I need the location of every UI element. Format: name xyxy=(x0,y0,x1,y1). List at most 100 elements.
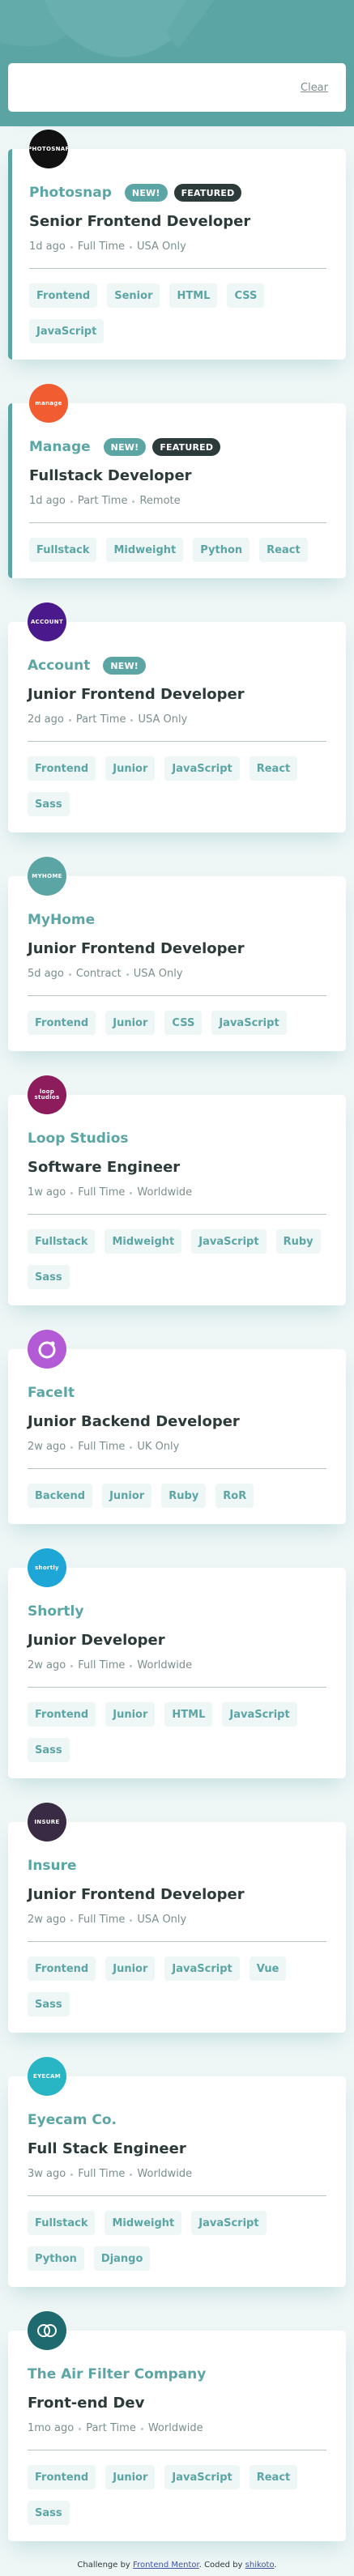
company-name: Photosnap xyxy=(29,185,112,201)
filter-tag[interactable]: JavaScript xyxy=(222,1702,297,1727)
company-row: Manage NEW! FEATURED xyxy=(29,437,326,457)
job-contract: Full Time xyxy=(78,2168,126,2180)
filter-tag[interactable]: Django xyxy=(93,2246,151,2271)
job-position-link[interactable]: Junior Frontend Developer xyxy=(28,685,326,705)
job-meta: 2w ago Full Time USA Only xyxy=(28,1912,326,1928)
filter-tag[interactable]: Ruby xyxy=(161,1484,207,1508)
job-position-link[interactable]: Front-end Dev xyxy=(28,2394,326,2413)
filter-tag[interactable]: Vue xyxy=(249,1956,287,1981)
company-logo: loop studios xyxy=(28,1075,66,1114)
filter-tag[interactable]: Senior xyxy=(107,283,160,308)
author-link[interactable]: shikoto xyxy=(245,2561,275,2570)
separator-dot xyxy=(70,245,73,249)
job-posted: 1mo ago xyxy=(28,2422,75,2434)
job-position-link[interactable]: Fullstack Developer xyxy=(29,466,326,486)
filter-tag[interactable]: Sass xyxy=(28,792,70,816)
filter-tag[interactable]: Junior xyxy=(105,2465,156,2489)
job-card-body: MyHome Junior Frontend Developer 5d ago Con… xyxy=(28,876,326,1035)
job-card: MYHOME MyHome Junior Frontend Developer 5d … xyxy=(8,857,346,1051)
filter-tag[interactable]: Frontend xyxy=(28,1011,96,1035)
job-tags: Frontend Junior CSS JavaScript xyxy=(28,1011,326,1035)
job-position-link[interactable]: Junior Backend Developer xyxy=(28,1412,326,1432)
company-name: Account xyxy=(28,658,91,674)
company-name: FaceIt xyxy=(28,1385,75,1401)
filter-tag[interactable]: Frontend xyxy=(28,1956,96,1981)
job-meta: 1d ago Full Time USA Only xyxy=(29,239,326,255)
filter-tag[interactable]: Python xyxy=(193,538,250,562)
filter-tag[interactable]: React xyxy=(259,538,308,562)
filter-tag[interactable]: JavaScript xyxy=(211,1011,287,1035)
filter-tag[interactable]: Frontend xyxy=(28,1702,96,1727)
filter-tag[interactable]: React xyxy=(249,2465,298,2489)
separator-dot xyxy=(70,1191,74,1194)
job-position-link[interactable]: Junior Frontend Developer xyxy=(28,939,326,959)
filter-tag[interactable]: Midweight xyxy=(106,538,184,562)
filter-tag[interactable]: JavaScript xyxy=(191,2211,267,2235)
job-posted: 2w ago xyxy=(28,1659,66,1671)
company-name: Manage xyxy=(29,439,91,455)
filter-tag[interactable]: Junior xyxy=(102,1484,152,1508)
filter-tag[interactable]: Junior xyxy=(105,756,156,781)
filter-tag[interactable]: Fullstack xyxy=(29,538,97,562)
company-logo xyxy=(28,2311,66,2350)
filter-tag[interactable]: Midweight xyxy=(104,1229,182,1254)
filter-tag[interactable]: Fullstack xyxy=(28,2211,96,2235)
filter-tag[interactable]: JavaScript xyxy=(191,1229,267,1254)
footer-suffix: . xyxy=(274,2561,277,2570)
filter-tag[interactable]: Backend xyxy=(28,1484,93,1508)
filter-tag[interactable]: Junior xyxy=(105,1011,156,1035)
card-divider xyxy=(28,995,326,996)
filter-tag[interactable]: JavaScript xyxy=(164,2465,240,2489)
job-card-body: Eyecam Co. Full Stack Engineer 3w ago Full … xyxy=(28,2076,326,2271)
job-meta: 2d ago Part Time USA Only xyxy=(28,712,326,728)
filter-tag[interactable]: Frontend xyxy=(29,283,98,308)
filter-tag[interactable]: Junior xyxy=(105,1956,156,1981)
filter-tag[interactable]: Sass xyxy=(28,1738,70,1762)
filter-tag[interactable]: JavaScript xyxy=(164,756,240,781)
filter-tag[interactable]: JavaScript xyxy=(29,319,104,343)
job-location: Worldwide xyxy=(137,2168,193,2180)
company-logo-text: MYHOME xyxy=(32,872,62,879)
clear-filters-button[interactable]: Clear xyxy=(301,82,328,94)
job-posted: 1w ago xyxy=(28,1186,66,1199)
company-logo: PHOTOSNAP xyxy=(29,130,68,168)
company-name: Shortly xyxy=(28,1603,84,1620)
filter-tag[interactable]: Sass xyxy=(28,1992,70,2016)
job-position-link[interactable]: Senior Frontend Developer xyxy=(29,212,326,232)
company-logo: manage xyxy=(29,384,68,423)
job-position-link[interactable]: Junior Developer xyxy=(28,1631,326,1650)
filter-tag[interactable]: Junior xyxy=(105,1702,156,1727)
filter-tag[interactable]: Fullstack xyxy=(28,1229,96,1254)
separator-dot xyxy=(68,973,71,976)
job-position-link[interactable]: Junior Frontend Developer xyxy=(28,1885,326,1905)
filter-tag[interactable]: Midweight xyxy=(104,2211,182,2235)
filter-bar: Clear xyxy=(8,63,346,112)
company-row: Eyecam Co. xyxy=(28,2110,326,2130)
filter-tag[interactable]: RoR xyxy=(215,1484,254,1508)
job-position-link[interactable]: Full Stack Engineer xyxy=(28,2140,326,2159)
filter-tag[interactable]: JavaScript xyxy=(164,1956,240,1981)
job-location: USA Only xyxy=(137,241,186,253)
filter-tag[interactable]: Frontend xyxy=(28,2465,96,2489)
filter-tag[interactable]: Ruby xyxy=(275,1229,321,1254)
job-meta: 3w ago Full Time Worldwide xyxy=(28,2166,326,2182)
job-meta: 1d ago Part Time Remote xyxy=(29,493,326,509)
job-contract: Full Time xyxy=(77,241,126,253)
filter-tag[interactable]: CSS xyxy=(164,1011,203,1035)
separator-dot xyxy=(79,2427,82,2430)
filter-tag[interactable]: CSS xyxy=(227,283,265,308)
filter-tag[interactable]: HTML xyxy=(169,283,218,308)
filter-tag[interactable]: Sass xyxy=(28,1265,70,1289)
filter-tag[interactable]: HTML xyxy=(164,1702,213,1727)
job-contract: Part Time xyxy=(77,495,128,507)
filter-tag[interactable]: Sass xyxy=(28,2501,70,2525)
filter-tag[interactable]: React xyxy=(249,756,298,781)
job-position-link[interactable]: Software Engineer xyxy=(28,1158,326,1177)
job-meta: 1mo ago Part Time Worldwide xyxy=(28,2421,326,2437)
new-badge: NEW! xyxy=(103,657,146,675)
job-list: PHOTOSNAP Photosnap NEW! FEATURED Senior Fro… xyxy=(8,130,346,2541)
job-contract: Full Time xyxy=(78,1659,126,1671)
frontend-mentor-link[interactable]: Frontend Mentor xyxy=(133,2561,199,2570)
filter-tag[interactable]: Python xyxy=(28,2246,84,2271)
filter-tag[interactable]: Frontend xyxy=(28,756,96,781)
